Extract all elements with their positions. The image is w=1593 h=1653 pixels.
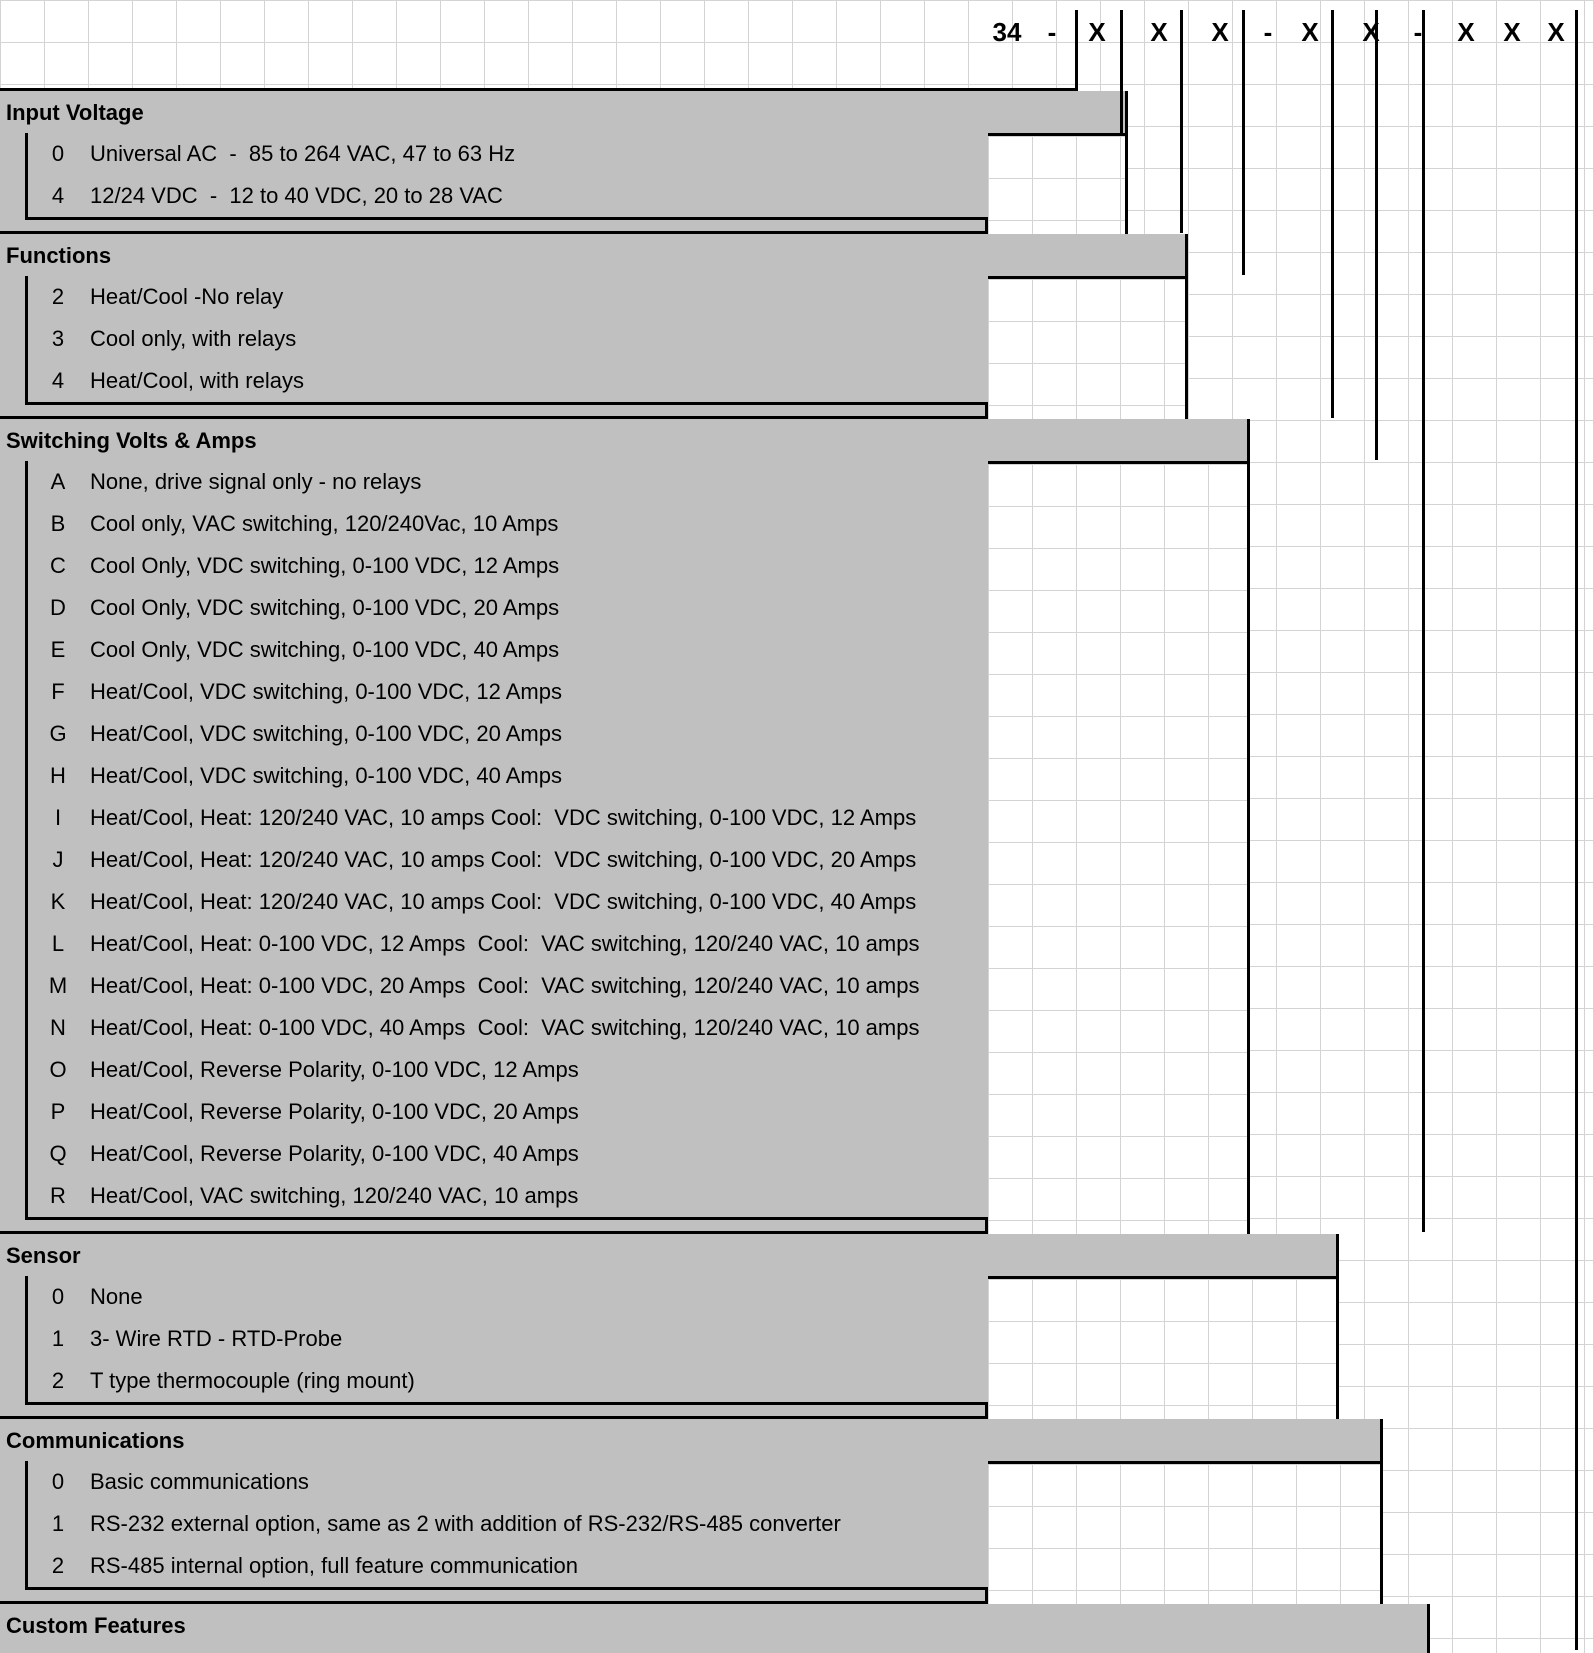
digit-drop-line xyxy=(1180,10,1183,233)
option-description: Cool Only, VDC switching, 0-100 VDC, 40 … xyxy=(90,637,560,662)
section-title: Switching Volts & Amps xyxy=(6,428,257,453)
part-number-digit: X xyxy=(1362,17,1380,47)
option-code: 1 xyxy=(51,1326,65,1351)
part-number-digit: X xyxy=(1547,17,1565,47)
option-code: 4 xyxy=(51,183,65,208)
digit-drop-line xyxy=(1075,10,1078,91)
option-code: K xyxy=(50,889,66,914)
option-grid-area xyxy=(985,133,1125,234)
part-number-ordering-chart: 34- X X X - X X - X X X Input Voltage 0 Universal AC … xyxy=(0,0,1593,1653)
option-code: 2 xyxy=(51,1368,65,1393)
option-description: RS-232 external option, same as 2 with a… xyxy=(90,1511,841,1536)
option-code: F xyxy=(51,679,65,704)
option-grid-area xyxy=(985,276,1185,419)
option-code: P xyxy=(50,1099,66,1124)
option-description: Heat/Cool, with relays xyxy=(90,368,304,393)
option-description: Cool Only, VDC switching, 0-100 VDC, 20 … xyxy=(90,595,560,620)
option-code: J xyxy=(52,847,64,872)
part-number-digit: X xyxy=(1150,17,1168,47)
option-code: I xyxy=(54,805,62,830)
section-frame xyxy=(0,1604,1430,1653)
option-code: B xyxy=(50,511,66,536)
option-description: T type thermocouple (ring mount) xyxy=(90,1368,415,1393)
header-bracket xyxy=(0,88,1078,91)
option-description: Heat/Cool, Heat: 0-100 VDC, 12 Amps Cool… xyxy=(90,931,920,956)
option-code: 2 xyxy=(51,1553,65,1578)
option-code: R xyxy=(50,1183,66,1208)
part-number-digit: X xyxy=(1457,17,1475,47)
option-grid-area xyxy=(985,461,1247,1234)
option-code: Q xyxy=(49,1141,67,1166)
option-description: Heat/Cool, Heat: 120/240 VAC, 10 amps Co… xyxy=(90,805,917,830)
option-description: None xyxy=(90,1284,143,1309)
option-code: 0 xyxy=(51,1469,65,1494)
option-description: Heat/Cool, Heat: 0-100 VDC, 40 Amps Cool… xyxy=(90,1015,920,1040)
part-number-separator: - xyxy=(1263,17,1273,47)
option-code: N xyxy=(50,1015,66,1040)
option-code: 0 xyxy=(51,141,65,166)
part-number-separator: - xyxy=(1413,17,1423,47)
part-number-digit: X xyxy=(1301,17,1319,47)
option-code: 4 xyxy=(51,368,65,393)
option-description: Heat/Cool, Heat: 120/240 VAC, 10 amps Co… xyxy=(90,889,917,914)
part-number-digit: X xyxy=(1088,17,1106,47)
option-description: 12/24 VDC - 12 to 40 VDC, 20 to 28 VAC xyxy=(90,183,503,208)
option-description: Heat/Cool, VDC switching, 0-100 VDC, 40 … xyxy=(90,763,562,788)
option-description: Heat/Cool -No relay xyxy=(90,284,284,309)
option-code: H xyxy=(50,763,66,788)
option-code: M xyxy=(48,973,68,998)
section-title: Functions xyxy=(6,243,112,268)
section-title: Communications xyxy=(6,1428,185,1453)
option-description: Heat/Cool, VAC switching, 120/240 VAC, 1… xyxy=(90,1183,579,1208)
part-number-prefix: 34 xyxy=(992,17,1022,47)
section-title: Sensor xyxy=(6,1243,81,1268)
digit-drop-line xyxy=(1242,10,1245,275)
option-description: Heat/Cool, Reverse Polarity, 0-100 VDC, … xyxy=(90,1099,579,1124)
option-description: RS-485 internal option, full feature com… xyxy=(90,1553,578,1578)
option-grid-area xyxy=(985,1461,1380,1604)
digit-drop-line xyxy=(1422,10,1425,1232)
option-code: 2 xyxy=(51,284,65,309)
option-description: Basic communications xyxy=(90,1469,309,1494)
option-description: Cool only, with relays xyxy=(90,326,297,351)
option-code: O xyxy=(49,1057,67,1082)
option-description: Heat/Cool, Reverse Polarity, 0-100 VDC, … xyxy=(90,1057,579,1082)
section-title: Custom Features xyxy=(6,1613,186,1638)
digit-drop-line xyxy=(1575,10,1578,1650)
option-code: 3 xyxy=(51,326,65,351)
option-description: Heat/Cool, Reverse Polarity, 0-100 VDC, … xyxy=(90,1141,579,1166)
option-description: None, drive signal only - no relays xyxy=(90,469,422,494)
section-title: Input Voltage xyxy=(6,100,144,125)
option-description: 3- Wire RTD - RTD-Probe xyxy=(90,1326,343,1351)
option-grid-area xyxy=(985,1276,1336,1419)
option-code: D xyxy=(50,595,66,620)
digit-drop-line xyxy=(1331,10,1334,418)
option-description: Universal AC - 85 to 264 VAC, 47 to 63 H… xyxy=(90,141,516,166)
option-code: C xyxy=(50,553,66,578)
option-code: 1 xyxy=(51,1511,65,1536)
part-number-digit: X xyxy=(1211,17,1229,47)
option-code: 0 xyxy=(51,1284,65,1309)
option-code: E xyxy=(50,637,66,662)
option-description: Heat/Cool, Heat: 0-100 VDC, 20 Amps Cool… xyxy=(90,973,920,998)
option-code: A xyxy=(50,469,66,494)
option-description: Heat/Cool, VDC switching, 0-100 VDC, 12 … xyxy=(90,679,562,704)
part-number-separator: - xyxy=(1047,17,1057,47)
part-number-digit: X xyxy=(1503,17,1521,47)
option-description: Cool Only, VDC switching, 0-100 VDC, 12 … xyxy=(90,553,560,578)
option-code: G xyxy=(49,721,67,746)
option-description: Cool only, VAC switching, 120/240Vac, 10… xyxy=(90,511,559,536)
digit-drop-line xyxy=(1375,10,1378,460)
option-description: Heat/Cool, VDC switching, 0-100 VDC, 20 … xyxy=(90,721,562,746)
option-description: Heat/Cool, Heat: 120/240 VAC, 10 amps Co… xyxy=(90,847,917,872)
option-code: L xyxy=(51,931,65,956)
digit-drop-line xyxy=(1120,10,1123,133)
